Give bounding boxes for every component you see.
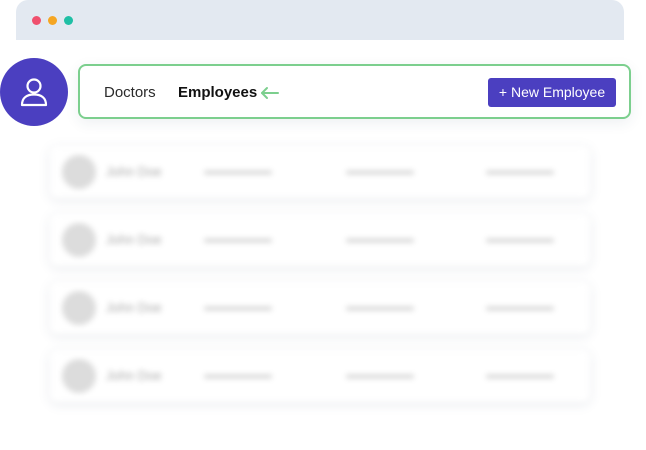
row-placeholder-line xyxy=(346,375,414,378)
tab-bar: Doctors Employees + New Employee xyxy=(78,64,631,119)
stage: John Doe John Doe John Doe John Doe Doct… xyxy=(0,0,646,450)
row-name: John Doe xyxy=(106,164,162,179)
row-placeholder-line xyxy=(204,239,272,242)
row-placeholder-line xyxy=(486,307,554,310)
tab-employees[interactable]: Employees xyxy=(178,84,257,102)
row-avatar xyxy=(62,155,96,189)
row-placeholder-line xyxy=(204,307,272,310)
row-placeholder-line xyxy=(204,171,272,174)
user-avatar[interactable] xyxy=(0,58,68,126)
row-placeholder-line xyxy=(204,375,272,378)
list-item[interactable]: John Doe xyxy=(50,214,590,266)
new-employee-button[interactable]: + New Employee xyxy=(488,78,616,107)
user-icon xyxy=(20,78,48,107)
list-item[interactable]: John Doe xyxy=(50,350,590,402)
row-name: John Doe xyxy=(106,300,162,315)
row-avatar xyxy=(62,223,96,257)
list-item[interactable]: John Doe xyxy=(50,146,590,198)
tab-doctors[interactable]: Doctors xyxy=(104,84,156,102)
arrow-left-icon xyxy=(261,87,279,99)
row-avatar xyxy=(62,359,96,393)
row-placeholder-line xyxy=(346,239,414,242)
row-placeholder-line xyxy=(346,307,414,310)
row-placeholder-line xyxy=(346,171,414,174)
row-placeholder-line xyxy=(486,239,554,242)
list-item[interactable]: John Doe xyxy=(50,282,590,334)
row-name: John Doe xyxy=(106,368,162,383)
row-placeholder-line xyxy=(486,171,554,174)
row-name: John Doe xyxy=(106,232,162,247)
row-placeholder-line xyxy=(486,375,554,378)
row-avatar xyxy=(62,291,96,325)
